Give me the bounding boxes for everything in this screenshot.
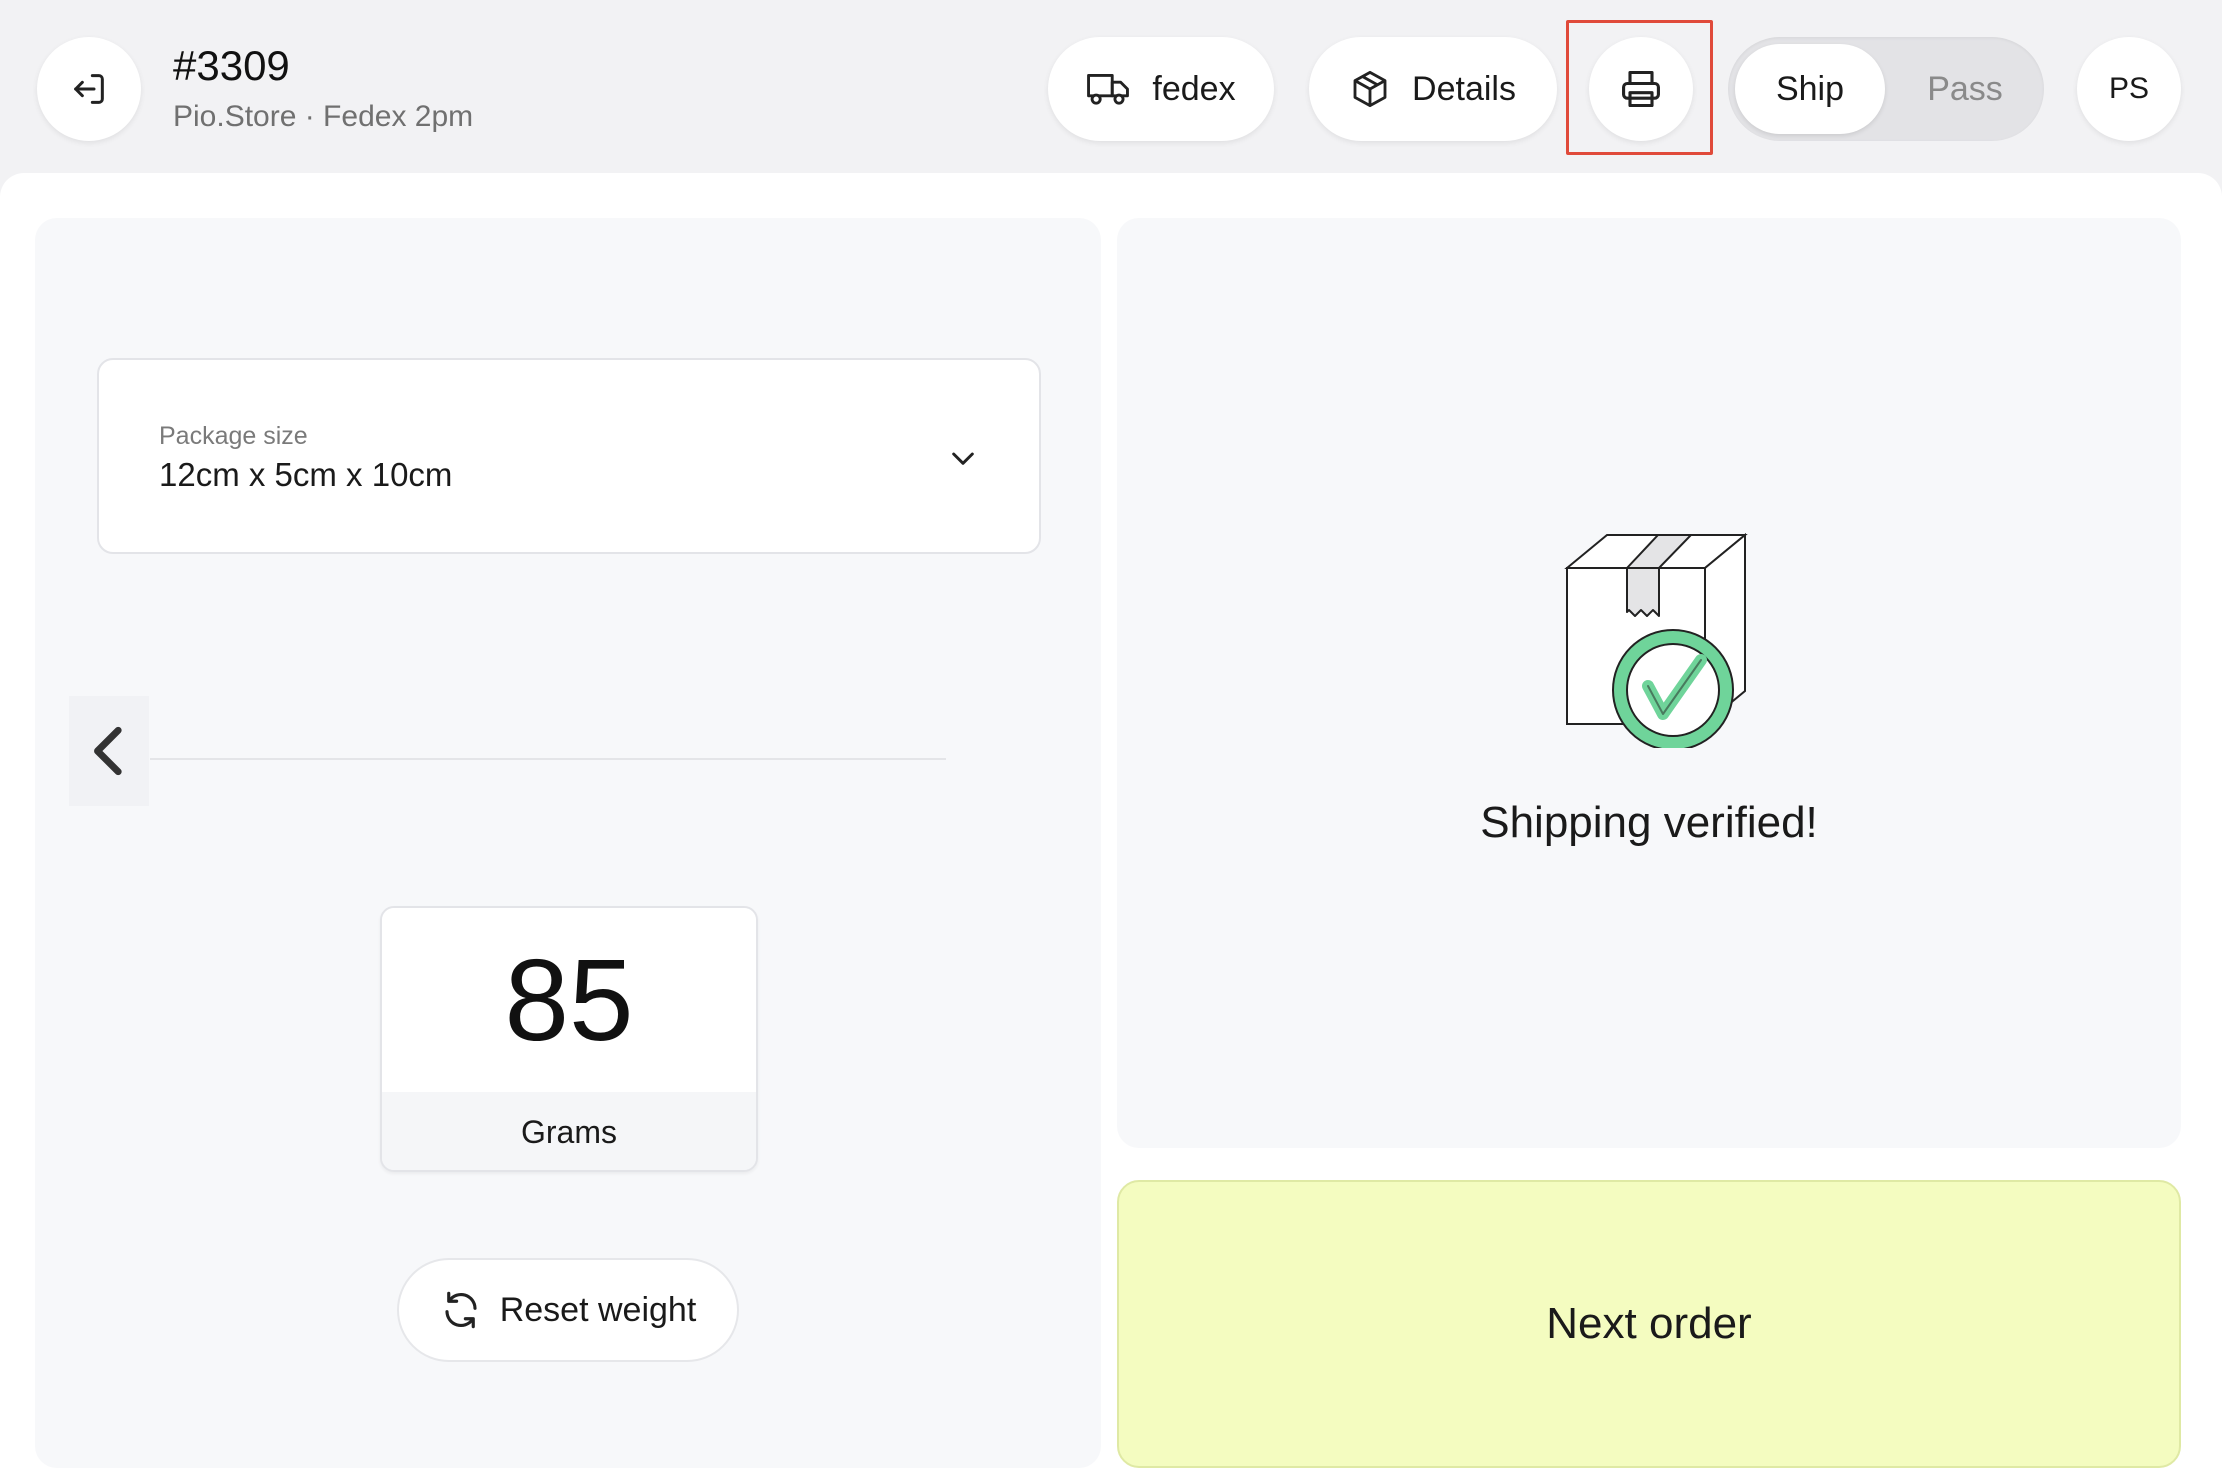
weight-unit: Grams [382, 1092, 756, 1170]
verified-box-icon [1564, 532, 1748, 748]
carrier-label: fedex [1152, 69, 1236, 108]
main-area: Package size 12cm x 5cm x 10cm 85 Grams … [0, 173, 2222, 1480]
exit-button[interactable] [37, 37, 141, 141]
package-icon [1353, 70, 1387, 108]
pass-tab[interactable]: Pass [1893, 44, 2037, 134]
weight-value: 85 [382, 908, 756, 1092]
user-initials: PS [2108, 72, 2150, 105]
reset-weight-button[interactable]: Reset weight [397, 1258, 739, 1362]
divider-line [150, 758, 946, 760]
verification-status: Shipping verified! [1480, 798, 1818, 847]
exit-icon [74, 74, 104, 104]
ship-tab[interactable]: Ship [1735, 44, 1885, 134]
reset-weight-label: Reset weight [499, 1290, 697, 1329]
top-bar: #3309 Pio.Store · Fedex 2pm fedex Detail… [0, 0, 2222, 173]
next-order-label: Next order [1546, 1299, 1752, 1348]
verification-panel: Shipping verified! [1117, 218, 2181, 1148]
chevron-left-icon [94, 726, 122, 776]
selection-highlight [1566, 20, 1713, 155]
previous-button[interactable] [69, 696, 149, 806]
package-size-value: 12cm x 5cm x 10cm [159, 456, 453, 493]
truck-icon [1087, 74, 1130, 105]
next-order-button[interactable]: Next order [1117, 1180, 2181, 1468]
details-label: Details [1412, 69, 1516, 108]
carrier-button[interactable]: fedex [1048, 37, 1274, 141]
details-button[interactable]: Details [1309, 37, 1557, 141]
package-size-select[interactable]: Package size 12cm x 5cm x 10cm [97, 358, 1041, 554]
user-avatar[interactable]: PS [2077, 37, 2181, 141]
ship-pass-toggle[interactable]: Ship Pass [1728, 37, 2044, 141]
chevron-down-icon [952, 452, 974, 465]
refresh-icon [445, 1291, 477, 1329]
packing-panel: Package size 12cm x 5cm x 10cm 85 Grams … [35, 218, 1101, 1468]
package-size-label: Package size [159, 422, 308, 450]
weight-display: 85 Grams [380, 906, 758, 1172]
order-number: #3309 [173, 42, 290, 89]
order-subtitle: Pio.Store · Fedex 2pm [173, 100, 474, 133]
